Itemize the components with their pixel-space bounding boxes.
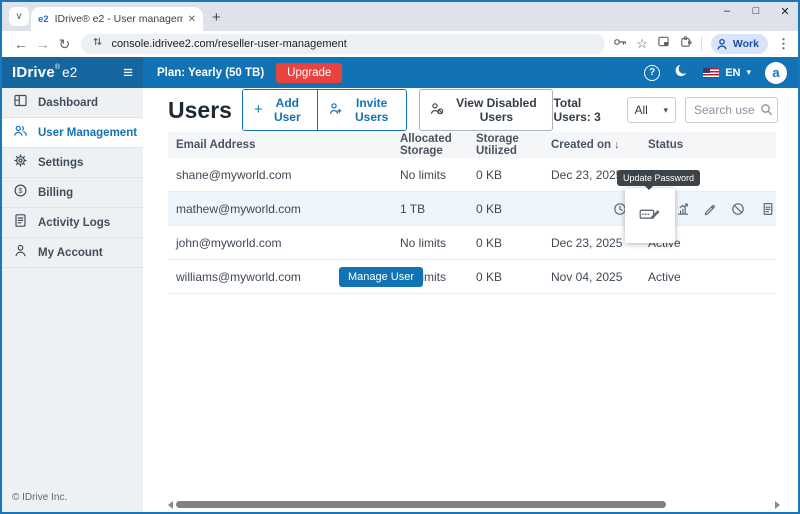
- plus-icon: +: [254, 105, 263, 115]
- profile-label: Work: [733, 38, 759, 50]
- hamburger-menu-icon[interactable]: ≡: [123, 64, 133, 81]
- sidebar-item-user-management[interactable]: User Management: [2, 118, 143, 148]
- sidebar-item-activity-logs[interactable]: Activity Logs: [2, 208, 143, 238]
- password-key-icon[interactable]: [613, 35, 627, 54]
- person-icon: [13, 243, 28, 263]
- header-right-cluster: ? EN ▾ a: [644, 62, 798, 84]
- document-icon: [13, 213, 28, 233]
- col-created-sort[interactable]: Created on↓: [543, 139, 640, 151]
- gear-icon: [13, 153, 28, 173]
- sidebar-item-dashboard[interactable]: Dashboard: [2, 88, 143, 118]
- browser-tab[interactable]: e2 IDrive® e2 - User management ✕: [31, 7, 203, 31]
- sidebar-item-my-account[interactable]: My Account: [2, 238, 143, 268]
- dropdown-caret-icon: ▾: [663, 105, 668, 116]
- upgrade-button[interactable]: Upgrade: [276, 63, 342, 83]
- users-icon: [13, 123, 28, 143]
- browser-toolbar: ← → ↻ console.idrivee2.com/reseller-user…: [2, 31, 798, 57]
- language-caret-icon[interactable]: ▾: [746, 67, 751, 78]
- close-icon[interactable]: ✕: [778, 5, 792, 18]
- main-content: Users + Add User Invite Users View Disab…: [143, 88, 798, 512]
- toolbar-icons: ☆ Work ⋮: [613, 34, 790, 54]
- language-label[interactable]: EN: [725, 67, 740, 79]
- dashboard-icon: [13, 93, 28, 113]
- copyright-footer: © IDrive Inc.: [12, 492, 67, 503]
- window-controls: – □ ✕: [720, 5, 792, 18]
- update-password-tooltip: Update Password: [617, 170, 700, 186]
- new-tab-button[interactable]: +: [212, 9, 221, 26]
- tab-favicon: e2: [38, 14, 49, 25]
- logs-document-icon[interactable]: [761, 202, 775, 221]
- tab-title: IDrive® e2 - User management: [55, 13, 183, 25]
- browser-menu-icon[interactable]: ⋮: [777, 36, 790, 52]
- col-status: Status: [640, 139, 776, 151]
- table-row[interactable]: mathew@myworld.com 1 TB 0 KB: [168, 192, 776, 226]
- help-icon[interactable]: ?: [644, 65, 660, 81]
- profile-chip[interactable]: Work: [711, 34, 768, 54]
- scroll-right-arrow-icon[interactable]: [775, 501, 780, 509]
- col-email: Email Address: [168, 139, 392, 151]
- app-header: IDrive®e2 ≡ Plan: Yearly (50 TB) Upgrade…: [2, 57, 798, 88]
- sidebar-item-settings[interactable]: Settings: [2, 148, 143, 178]
- invite-users-button[interactable]: Invite Users: [317, 90, 406, 130]
- toolbar-divider: [701, 37, 702, 51]
- reload-icon[interactable]: ↻: [54, 36, 76, 53]
- row-action-icons: [168, 202, 776, 216]
- manage-user-button[interactable]: Manage User: [339, 267, 423, 287]
- tab-strip: ∨ e2 IDrive® e2 - User management ✕ + – …: [2, 2, 798, 31]
- sort-down-icon: ↓: [614, 139, 620, 151]
- back-icon[interactable]: ←: [10, 36, 32, 52]
- app-body: Dashboard User Management Settings $ Bil…: [2, 88, 798, 512]
- table-row[interactable]: john@myworld.com No limits 0 KB Dec 23, …: [168, 226, 776, 260]
- table-header-row: Email Address Allocated Storage Storage …: [168, 132, 776, 158]
- profile-avatar-icon: [715, 37, 729, 51]
- total-users-label: Total Users: 3: [553, 96, 617, 124]
- sidebar-item-billing[interactable]: $ Billing: [2, 178, 143, 208]
- sidebar: Dashboard User Management Settings $ Bil…: [2, 88, 143, 512]
- plan-label: Plan: Yearly (50 TB): [157, 67, 264, 79]
- dollar-circle-icon: $: [13, 183, 28, 203]
- brand-area: IDrive®e2 ≡: [2, 57, 143, 88]
- horizontal-scrollbar[interactable]: [168, 500, 780, 509]
- tab-search-icon: ∨: [15, 11, 22, 22]
- language-flag-icon[interactable]: [703, 68, 719, 78]
- account-avatar[interactable]: a: [765, 62, 787, 84]
- page-title: Users: [168, 97, 232, 124]
- status-badge: Active: [640, 270, 776, 284]
- dark-mode-moon-icon[interactable]: [674, 63, 689, 83]
- address-bar[interactable]: console.idrivee2.com/reseller-user-manag…: [81, 34, 605, 54]
- site-settings-icon[interactable]: [91, 35, 104, 53]
- maximize-icon[interactable]: □: [749, 5, 763, 18]
- disable-ban-icon[interactable]: [731, 202, 745, 221]
- url-text: console.idrivee2.com/reseller-user-manag…: [111, 38, 346, 50]
- scrollbar-thumb[interactable]: [176, 501, 666, 508]
- user-actions-group: + Add User Invite Users: [242, 89, 407, 131]
- table-row[interactable]: williams@myworld.com Manage User No limi…: [168, 260, 776, 294]
- col-utilized: Storage Utilized: [468, 133, 543, 157]
- user-filter-dropdown[interactable]: All ▾: [627, 97, 676, 123]
- usage-chart-icon[interactable]: [676, 202, 690, 221]
- minimize-icon[interactable]: –: [720, 5, 734, 18]
- add-user-button[interactable]: + Add User: [243, 90, 317, 130]
- col-allocated: Allocated Storage: [392, 133, 468, 157]
- tab-close-icon[interactable]: ✕: [188, 14, 196, 25]
- update-password-card[interactable]: [625, 188, 675, 243]
- view-disabled-users-button[interactable]: View Disabled Users: [419, 89, 553, 131]
- svg-text:$: $: [18, 186, 23, 195]
- tab-groups-icon[interactable]: [657, 35, 670, 53]
- users-table: Email Address Allocated Storage Storage …: [168, 132, 776, 294]
- person-plus-icon: [329, 102, 342, 118]
- bookmark-star-icon[interactable]: ☆: [636, 36, 648, 52]
- extensions-puzzle-icon[interactable]: [679, 35, 692, 53]
- scroll-left-arrow-icon[interactable]: [168, 501, 173, 509]
- tab-search-button[interactable]: ∨: [9, 7, 29, 26]
- search-box: [685, 97, 778, 123]
- search-icon[interactable]: [760, 103, 773, 121]
- edit-pencil-icon[interactable]: [703, 202, 717, 221]
- page-head: Users + Add User Invite Users View Disab…: [143, 88, 798, 132]
- person-slash-icon: [430, 102, 444, 118]
- brand-logo: IDrive®e2: [12, 64, 77, 82]
- forward-icon[interactable]: →: [32, 36, 54, 52]
- password-edit-icon: [639, 205, 661, 227]
- browser-window: ∨ e2 IDrive® e2 - User management ✕ + – …: [0, 0, 800, 514]
